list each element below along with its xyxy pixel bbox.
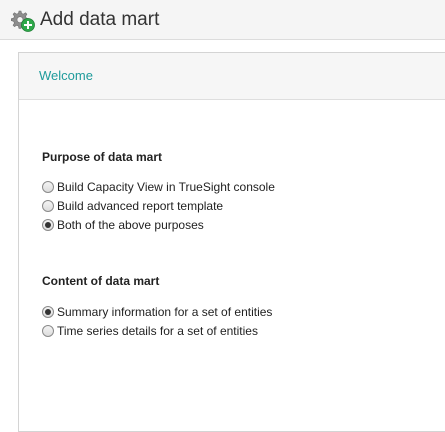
radio-label: Summary information for a set of entitie… (57, 305, 273, 319)
radio-button[interactable] (42, 181, 54, 193)
radio-button[interactable] (42, 325, 54, 337)
radio-label: Time series details for a set of entitie… (57, 324, 258, 338)
purpose-option-report-template[interactable]: Build advanced report template (42, 198, 223, 214)
radio-label: Build Capacity View in TrueSight console (57, 180, 275, 194)
radio-button-selected[interactable] (42, 219, 54, 231)
gear-add-icon (8, 8, 36, 34)
purpose-heading: Purpose of data mart (42, 150, 163, 164)
wizard-panel: Welcome (18, 52, 445, 432)
header-bar: Add data mart (0, 0, 445, 40)
radio-button-selected[interactable] (42, 306, 54, 318)
panel-title: Welcome (39, 68, 93, 83)
content-option-time-series[interactable]: Time series details for a set of entitie… (42, 323, 258, 339)
radio-label: Both of the above purposes (57, 218, 204, 232)
content-heading: Content of data mart (42, 274, 160, 288)
panel-header: Welcome (19, 53, 445, 100)
radio-label: Build advanced report template (57, 199, 224, 213)
content-option-summary[interactable]: Summary information for a set of entitie… (42, 304, 272, 320)
radio-button[interactable] (42, 200, 54, 212)
purpose-option-capacity-view[interactable]: Build Capacity View in TrueSight console (42, 179, 275, 195)
purpose-option-both[interactable]: Both of the above purposes (42, 217, 204, 233)
page-title: Add data mart (40, 9, 160, 30)
